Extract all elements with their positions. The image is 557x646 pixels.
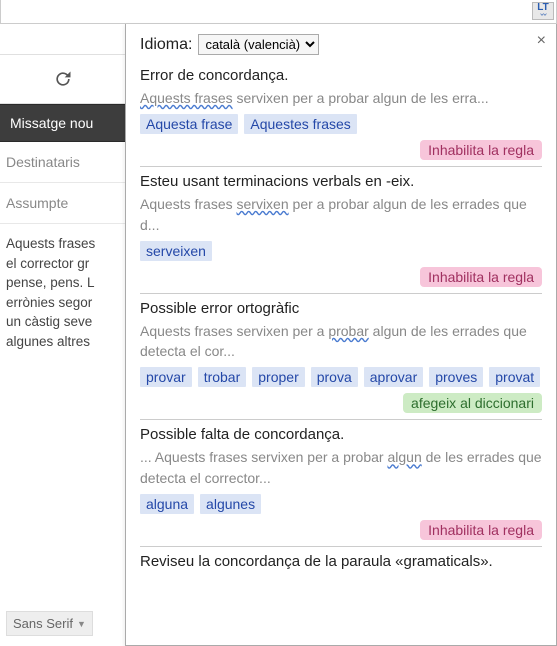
issue-block: Reviseu la concordança de la paraula «gr…: [140, 553, 542, 580]
body-line: pense, pens. L: [6, 273, 119, 293]
issue-list: Error de concordança. Aquests frases serv…: [140, 67, 542, 580]
address-bar[interactable]: LT 〰: [0, 0, 557, 24]
suggestion-row: serveixen: [140, 241, 542, 261]
issue-context: ... Aquests frases servixen per a probar…: [140, 447, 542, 488]
issue-block: Possible error ortogràfic Aquests frases …: [140, 300, 542, 421]
body-line: algunes altres: [6, 332, 119, 352]
chevron-down-icon: ▼: [77, 619, 86, 629]
disable-rule-button[interactable]: Inhabilita la regla: [420, 140, 542, 160]
language-label: Idioma:: [140, 36, 192, 54]
issue-title: Possible error ortogràfic: [140, 300, 542, 317]
suggestion-chip[interactable]: proves: [429, 367, 483, 387]
highlighted-error: probar: [328, 323, 368, 339]
issue-block: Esteu usant terminacions verbals en -eix…: [140, 173, 542, 294]
font-picker-label: Sans Serif: [13, 616, 73, 631]
suggestion-chip[interactable]: aprovar: [364, 367, 423, 387]
suggestion-chip[interactable]: Aquesta frase: [140, 114, 238, 134]
suggestion-chip[interactable]: provat: [489, 367, 540, 387]
action-row: Inhabilita la regla: [140, 520, 542, 540]
recipients-field[interactable]: Destinataris: [0, 142, 125, 183]
suggestion-row: Aquesta frase Aquestes frases: [140, 114, 542, 134]
disable-rule-button[interactable]: Inhabilita la regla: [420, 267, 542, 287]
issue-context: Aquests frases servixen per a probar alg…: [140, 88, 542, 108]
issue-title: Possible falta de concordança.: [140, 426, 542, 443]
compose-button[interactable]: Missatge nou: [0, 104, 125, 142]
body-line: errònies segor: [6, 293, 119, 313]
suggestion-chip[interactable]: provar: [140, 367, 192, 387]
refresh-button[interactable]: [48, 64, 78, 94]
language-row: Idioma: català (valencià): [140, 34, 542, 55]
action-row: afegeix al diccionari: [140, 393, 542, 413]
action-row: Inhabilita la regla: [140, 140, 542, 160]
issue-title: Esteu usant terminacions verbals en -eix…: [140, 173, 542, 190]
issue-block: Error de concordança. Aquests frases serv…: [140, 67, 542, 167]
action-row: Inhabilita la regla: [140, 267, 542, 287]
issue-context: Aquests frases servixen per a probar alg…: [140, 194, 542, 235]
body-line: un càstig seve: [6, 312, 119, 332]
lt-extension-icon[interactable]: LT 〰: [532, 2, 554, 20]
issue-context: Aquests frases servixen per a probar alg…: [140, 321, 542, 362]
issue-block: Possible falta de concordança. ... Aquest…: [140, 426, 542, 547]
subject-field[interactable]: Assumpte: [0, 183, 125, 224]
issue-title: Reviseu la concordança de la paraula «gr…: [140, 553, 542, 570]
font-picker[interactable]: Sans Serif ▼: [6, 611, 93, 636]
message-body-preview[interactable]: Aquests frases el corrector gr pense, pe…: [0, 224, 125, 361]
highlighted-error: Aquests frases: [140, 90, 233, 106]
suggestion-chip[interactable]: serveixen: [140, 241, 212, 261]
suggestion-chip[interactable]: alguna: [140, 494, 194, 514]
body-line: el corrector gr: [6, 254, 119, 274]
suggestion-chip[interactable]: algunes: [200, 494, 261, 514]
suggestion-chip[interactable]: trobar: [198, 367, 247, 387]
highlighted-error: algun: [387, 449, 421, 465]
toolbar-row: [0, 54, 125, 104]
compose-pane: Missatge nou Destinataris Assumpte Aques…: [0, 24, 125, 646]
suggestion-row: alguna algunes: [140, 494, 542, 514]
disable-rule-button[interactable]: Inhabilita la regla: [420, 520, 542, 540]
wave-icon: 〰: [540, 13, 545, 19]
refresh-icon: [53, 69, 73, 89]
highlighted-error: servixen: [237, 196, 289, 212]
suggestion-row: provar trobarproper prova aprovar proves prov…: [140, 367, 542, 387]
suggestion-chip[interactable]: Aquestes frases: [244, 114, 356, 134]
issue-title: Error de concordança.: [140, 67, 542, 84]
suggestion-chip[interactable]: prova: [311, 367, 358, 387]
lt-badge-text: LT: [537, 3, 548, 13]
language-tool-popup: × Idioma: català (valencià) Error de con…: [125, 24, 557, 646]
close-button[interactable]: ×: [537, 32, 546, 50]
add-to-dictionary-button[interactable]: afegeix al diccionari: [403, 393, 542, 413]
main-container: Missatge nou Destinataris Assumpte Aques…: [0, 24, 557, 646]
language-select[interactable]: català (valencià): [198, 34, 319, 55]
suggestion-chip[interactable]: proper: [252, 367, 304, 387]
body-line: Aquests frases: [6, 234, 119, 254]
